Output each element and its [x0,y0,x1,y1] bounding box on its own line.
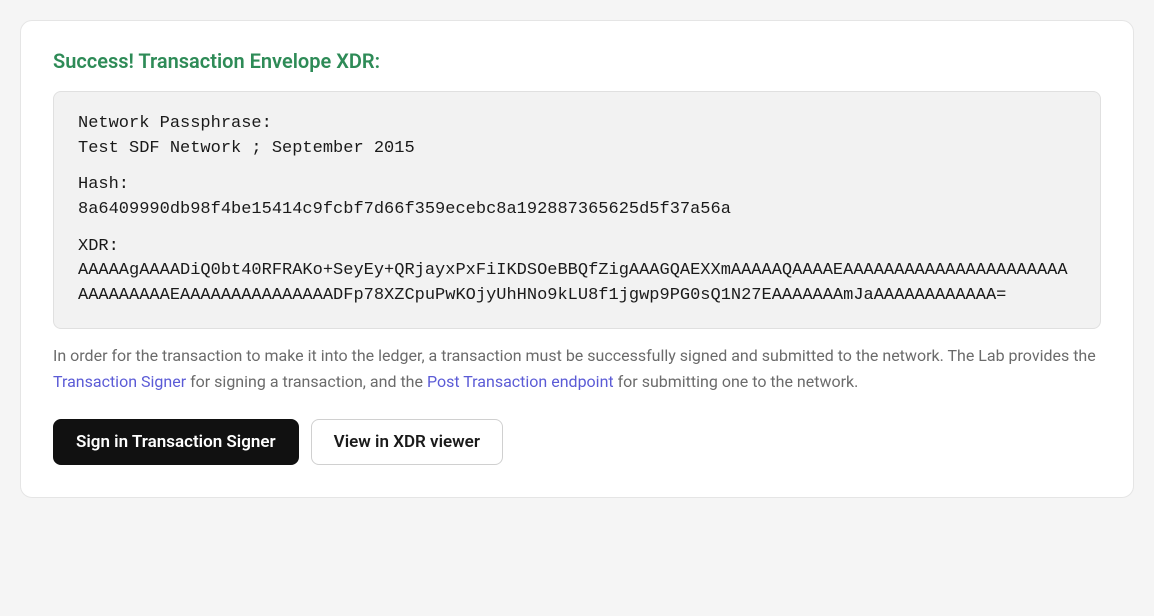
info-pre: In order for the transaction to make it … [53,346,1096,365]
passphrase-label: Network Passphrase: [78,112,1076,137]
xdr-section: XDR: AAAAAgAAAADiQ0bt40RFRAKo+SeyEy+QRja… [78,235,1076,309]
xdr-label: XDR: [78,235,1076,260]
view-in-xdr-viewer-button[interactable]: View in XDR viewer [311,419,503,465]
passphrase-value: Test SDF Network ; September 2015 [78,137,1076,162]
info-text: In order for the transaction to make it … [53,343,1101,394]
hash-label: Hash: [78,173,1076,198]
button-row: Sign in Transaction Signer View in XDR v… [53,419,1101,465]
info-post: for submitting one to the network. [614,372,859,391]
xdr-value: AAAAAgAAAADiQ0bt40RFRAKo+SeyEy+QRjayxPxF… [78,259,1076,308]
hash-value: 8a6409990db98f4be15414c9fcbf7d66f359eceb… [78,198,1076,223]
hash-section: Hash: 8a6409990db98f4be15414c9fcbf7d66f3… [78,173,1076,222]
info-mid: for signing a transaction, and the [186,372,427,391]
result-card: Success! Transaction Envelope XDR: Netwo… [20,20,1134,498]
xdr-code-block: Network Passphrase: Test SDF Network ; S… [53,91,1101,329]
post-transaction-endpoint-link[interactable]: Post Transaction endpoint [427,372,614,391]
success-title: Success! Transaction Envelope XDR: [53,49,1101,73]
transaction-signer-link[interactable]: Transaction Signer [53,372,186,391]
sign-in-transaction-signer-button[interactable]: Sign in Transaction Signer [53,419,299,465]
passphrase-section: Network Passphrase: Test SDF Network ; S… [78,112,1076,161]
